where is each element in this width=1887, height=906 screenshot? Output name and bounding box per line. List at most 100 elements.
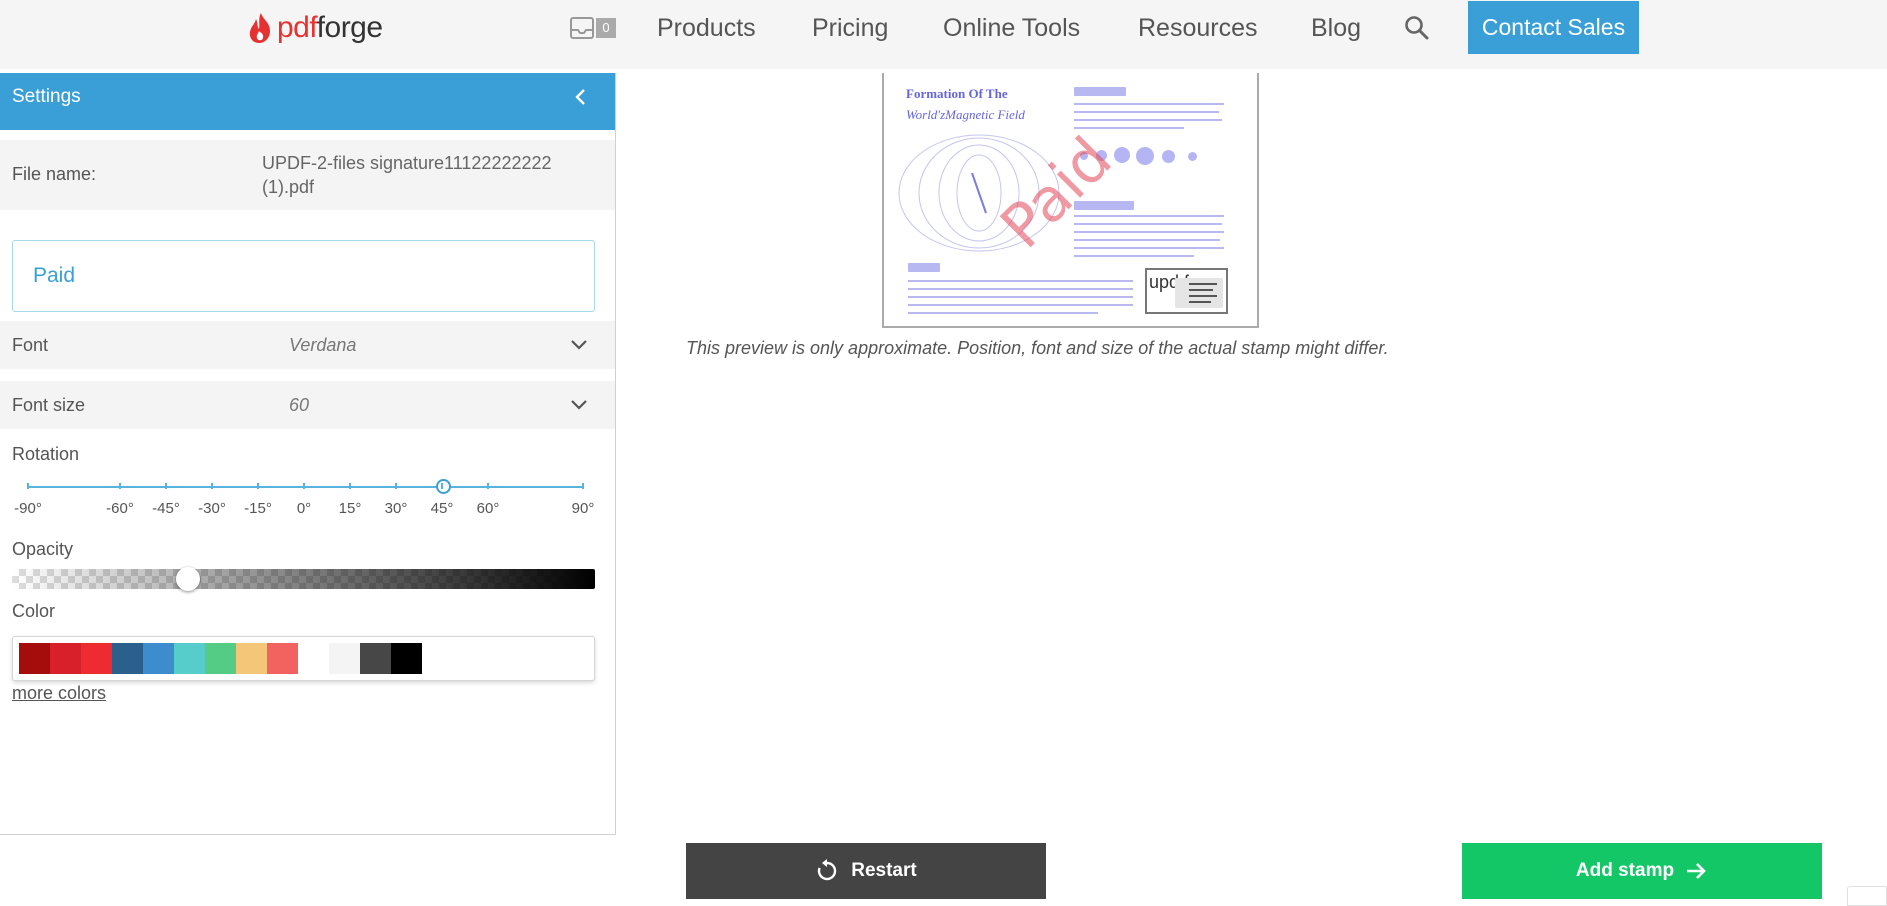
rotation-tick-label: 60° (476, 500, 500, 517)
preview-text-line (1074, 239, 1220, 241)
signature-box: upd f (1145, 268, 1228, 314)
top-navigation-bar: pdfforge 0 Products Pricing Online Tools… (0, 0, 1887, 69)
rotation-tick (487, 483, 489, 489)
preview-tag (908, 263, 940, 272)
opacity-slider-handle[interactable] (176, 567, 200, 591)
rotation-tick (582, 483, 584, 489)
file-name-label: File name: (12, 164, 97, 184)
preview-text-line (908, 304, 1133, 306)
rotation-tick (27, 483, 29, 489)
preview-text-line (1074, 255, 1194, 257)
color-swatch[interactable] (360, 643, 391, 674)
preview-text-line (1074, 119, 1222, 121)
preview-text-line (1074, 223, 1222, 225)
preview-text-line (908, 296, 1133, 298)
restart-button[interactable]: Restart (686, 843, 1046, 899)
search-icon[interactable] (1404, 15, 1430, 41)
rotation-tick-label: 15° (338, 500, 362, 517)
font-select[interactable]: Font Verdana (0, 321, 615, 369)
preview-dot (1136, 147, 1154, 165)
nav-online-tools[interactable]: Online Tools (943, 12, 1080, 44)
preview-tag (1074, 87, 1126, 96)
rotation-tick (349, 483, 351, 489)
add-stamp-label: Add stamp (1575, 860, 1675, 881)
rotation-tick-label: -15° (244, 500, 272, 517)
flame-icon (249, 13, 270, 43)
color-swatch[interactable] (205, 643, 236, 674)
color-label: Color (12, 601, 56, 621)
color-swatch[interactable] (391, 643, 422, 674)
add-stamp-button[interactable]: Add stamp (1462, 843, 1822, 899)
rotation-tick (303, 483, 305, 489)
rotation-tick-label: -90° (14, 500, 42, 517)
inbox-widget[interactable]: 0 (570, 17, 616, 39)
preview-text-line (1074, 111, 1219, 113)
rotation-slider-track[interactable] (28, 486, 583, 488)
nav-pricing[interactable]: Pricing (812, 12, 888, 44)
opacity-slider[interactable] (12, 569, 595, 589)
signature-seal (1175, 278, 1223, 308)
preview-text-line (1074, 103, 1224, 105)
font-label: Font (12, 335, 49, 355)
rotation-tick-label: -45° (152, 500, 180, 517)
preview-text-line (1074, 127, 1184, 129)
stamp-text-input[interactable]: Paid (12, 240, 595, 312)
arrow-right-icon (1687, 863, 1706, 879)
rotation-tick (395, 483, 397, 489)
restart-label: Restart (851, 860, 917, 881)
preview-title-line1: Formation Of The (906, 86, 1008, 101)
preview-text-line (1074, 215, 1224, 217)
pdfforge-logo[interactable]: pdfforge (246, 8, 383, 48)
settings-panel: Settings File name: UPDF-2-files signatu… (0, 73, 616, 835)
rotation-slider-handle[interactable] (436, 479, 451, 494)
color-swatch[interactable] (329, 643, 360, 674)
preview-text-line (908, 288, 1133, 290)
settings-title: Settings (12, 86, 81, 107)
preview-dot (1162, 150, 1175, 163)
chevron-left-icon[interactable] (574, 88, 588, 106)
font-size-select[interactable]: Font size 60 (0, 381, 615, 429)
color-swatch[interactable] (174, 643, 205, 674)
color-swatch[interactable] (81, 643, 112, 674)
rotation-tick (119, 483, 121, 489)
rotation-tick-label: 30° (384, 500, 408, 517)
rotation-tick (257, 483, 259, 489)
preview-disclaimer: This preview is only approximate. Positi… (686, 338, 1389, 358)
file-name-value: UPDF-2-files signature11122222222 (1).pd… (262, 153, 552, 197)
rotation-tick (165, 483, 167, 489)
rotation-label: Rotation (12, 444, 80, 464)
preview-text-line (908, 312, 1098, 314)
color-swatch[interactable] (143, 643, 174, 674)
font-size-label: Font size (12, 395, 86, 415)
color-swatch[interactable] (19, 643, 50, 674)
corner-widget[interactable] (1847, 886, 1887, 906)
inbox-count-badge: 0 (596, 18, 616, 38)
color-swatch[interactable] (236, 643, 267, 674)
rotation-tick (211, 483, 213, 489)
color-swatch[interactable] (267, 643, 298, 674)
preview-text-line (908, 280, 1133, 282)
color-swatch[interactable] (50, 643, 81, 674)
chevron-down-icon (571, 340, 587, 350)
color-swatch[interactable] (298, 643, 329, 674)
preview-text-line (1074, 247, 1224, 249)
rotation-tick (441, 483, 443, 489)
nav-resources[interactable]: Resources (1138, 12, 1258, 44)
preview-text-line (1074, 231, 1224, 233)
rotation-tick-label: 0° (296, 500, 312, 517)
nav-products[interactable]: Products (657, 12, 756, 44)
restart-icon (818, 859, 837, 881)
opacity-label: Opacity (12, 539, 74, 559)
file-name-row: File name: UPDF-2-files signature1112222… (0, 140, 615, 210)
color-swatch[interactable] (112, 643, 143, 674)
nav-blog[interactable]: Blog (1311, 12, 1361, 44)
rotation-tick-label: 90° (571, 500, 595, 517)
rotation-tick-label: 45° (430, 500, 454, 517)
font-value: Verdana (289, 335, 357, 355)
contact-sales-button[interactable]: Contact Sales (1468, 1, 1639, 54)
inbox-icon (570, 17, 594, 39)
more-colors-link[interactable]: more colors (12, 683, 106, 704)
rotation-tick-label: -30° (198, 500, 226, 517)
preview-dot (1188, 152, 1197, 161)
rotation-tick-label: -60° (106, 500, 134, 517)
